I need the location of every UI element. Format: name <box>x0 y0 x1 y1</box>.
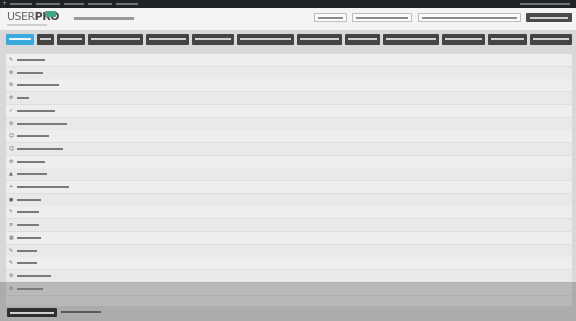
admin-bar-account[interactable] <box>520 3 570 5</box>
settings-row[interactable]: ⚙ <box>6 155 572 169</box>
bolt-icon: ϟ <box>9 209 13 216</box>
tab-5[interactable] <box>146 34 189 45</box>
settings-row[interactable]: ▲ <box>6 168 572 182</box>
version-badge <box>45 11 56 17</box>
admin-bar: + <box>0 0 576 8</box>
settings-row-label <box>17 186 69 188</box>
tab-2[interactable] <box>37 34 54 45</box>
gears-icon: ⚙ <box>9 158 14 165</box>
settings-row-label <box>17 198 41 201</box>
tab-6[interactable] <box>192 34 234 45</box>
header-button-1[interactable] <box>314 13 347 22</box>
gears-icon: ⚙ <box>9 272 14 279</box>
tab-11[interactable] <box>442 34 485 45</box>
pencil-icon: ✎ <box>9 247 14 254</box>
tab-8[interactable] <box>297 34 342 45</box>
users-icon: ☺ <box>9 145 15 152</box>
gear-icon: ⚙ <box>9 69 14 76</box>
settings-list: ✎ ⚙ ⚙ ⚙ ✓ ⚙ ☺ ☺ ⚙ ▲ + ● ϟ ≡ ▦ ✎ ✎ ⚙ ⚙ <box>6 54 572 306</box>
user-icon: ☺ <box>9 133 15 140</box>
settings-row-label <box>17 262 37 265</box>
tab-10[interactable] <box>383 34 439 45</box>
grid-icon: ▦ <box>9 234 14 241</box>
settings-row[interactable]: ≡ <box>6 219 572 233</box>
settings-row[interactable]: ✎ <box>6 257 572 271</box>
lock-icon: ▲ <box>9 171 13 178</box>
bars-icon: ≡ <box>9 222 14 229</box>
settings-row[interactable]: ⚙ <box>6 92 572 106</box>
tab-4[interactable] <box>88 34 143 45</box>
settings-row[interactable]: ⚙ <box>6 79 572 93</box>
add-new-icon[interactable]: + <box>2 0 7 8</box>
plus-icon: + <box>9 184 14 190</box>
tab-1[interactable] <box>6 34 34 45</box>
settings-row-label <box>17 274 51 277</box>
reset-settings-link[interactable] <box>61 311 101 313</box>
tab-3[interactable] <box>57 34 85 45</box>
settings-row-label <box>17 97 29 100</box>
check-icon: ✓ <box>9 107 14 114</box>
settings-row[interactable]: ✓ <box>6 104 572 118</box>
tab-12[interactable] <box>488 34 527 45</box>
settings-row-label <box>17 122 67 125</box>
settings-row[interactable]: ✎ <box>6 54 572 67</box>
settings-row-label <box>17 224 39 227</box>
settings-row[interactable]: ✎ <box>6 244 572 258</box>
settings-row[interactable]: ● <box>6 193 572 207</box>
settings-row-label <box>17 84 59 87</box>
settings-row[interactable]: ⚙ <box>6 269 572 283</box>
pencil-icon: ✎ <box>9 260 14 267</box>
settings-row-label <box>17 109 55 112</box>
settings-row-label <box>17 71 43 74</box>
settings-row-label <box>17 160 45 163</box>
settings-row-label <box>17 211 39 214</box>
settings-row[interactable]: ☺ <box>6 130 572 144</box>
lock-icon: ● <box>9 196 14 203</box>
gears-icon: ⚙ <box>9 82 14 89</box>
gears-icon: ⚙ <box>9 95 14 102</box>
header-button-4[interactable] <box>526 13 572 22</box>
save-settings-button[interactable] <box>7 308 57 317</box>
settings-row-label <box>17 173 47 176</box>
logo-tagline <box>7 24 47 26</box>
settings-row[interactable]: ▦ <box>6 231 572 245</box>
settings-tabs <box>6 34 572 45</box>
header-button-2[interactable] <box>352 13 412 22</box>
settings-row-label <box>17 236 41 239</box>
header-button-3[interactable] <box>418 13 521 22</box>
tab-7[interactable] <box>237 34 294 45</box>
settings-row-label <box>17 135 49 138</box>
gears-icon: ⚙ <box>9 120 14 127</box>
settings-row[interactable]: + <box>6 181 572 194</box>
settings-row[interactable]: ϟ <box>6 206 572 220</box>
settings-row-label <box>17 147 63 150</box>
settings-row[interactable]: ⚙ <box>6 66 572 80</box>
admin-bar-links[interactable] <box>10 3 140 5</box>
wrench-icon: ✎ <box>9 57 14 63</box>
settings-row-label <box>17 249 37 252</box>
overlay <box>0 282 576 321</box>
tab-13[interactable] <box>530 34 572 45</box>
settings-row[interactable]: ☺ <box>6 142 572 156</box>
header-link[interactable] <box>74 17 134 20</box>
settings-row-label <box>17 59 45 61</box>
tab-9[interactable] <box>345 34 380 45</box>
settings-row[interactable]: ⚙ <box>6 117 572 131</box>
